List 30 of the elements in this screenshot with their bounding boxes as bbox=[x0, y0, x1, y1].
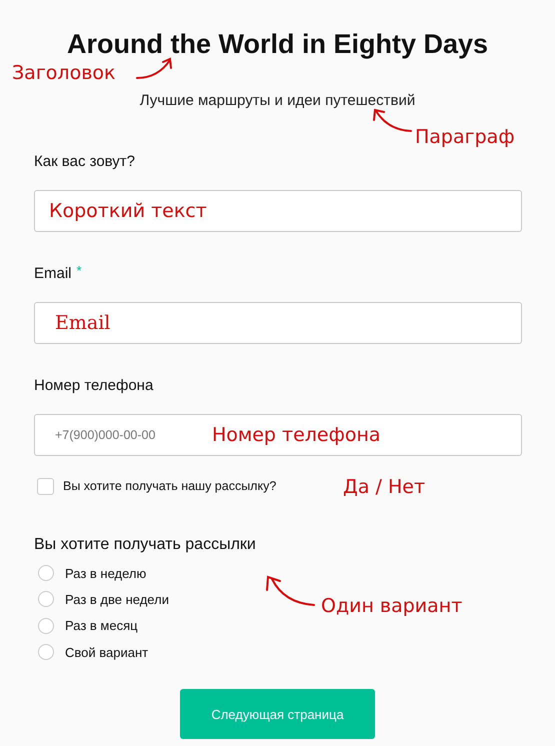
option-label: Раз в две недели bbox=[65, 592, 169, 607]
annotation-label: Email bbox=[55, 312, 110, 334]
annotation-label: Короткий текст bbox=[49, 200, 207, 222]
annotation-arrow bbox=[266, 576, 315, 606]
page-title: Around the World in Eighty Days bbox=[66, 28, 490, 60]
input-field[interactable] bbox=[34, 190, 522, 232]
required-mark: * bbox=[76, 264, 82, 278]
annotation-label: Параграф bbox=[415, 126, 515, 148]
annotation-label: Да / Нет bbox=[343, 476, 426, 498]
radio-button[interactable] bbox=[38, 644, 54, 660]
radio-button[interactable] bbox=[38, 618, 54, 634]
annotation-label: Один вариант bbox=[321, 595, 462, 617]
radio-button[interactable] bbox=[38, 591, 54, 608]
annotation-arrow bbox=[373, 108, 412, 132]
option-label: Раз в неделю bbox=[65, 566, 146, 581]
field-label: Как вас зовут? bbox=[34, 152, 136, 172]
checkbox[interactable] bbox=[37, 478, 54, 494]
radio-button[interactable] bbox=[38, 565, 54, 582]
option-label: Свой вариант bbox=[65, 644, 148, 660]
field-label: Email bbox=[34, 264, 72, 284]
next-page-button[interactable]: Следующая страница bbox=[180, 689, 375, 740]
subtitle-text: Лучшие маршруты и идеи путешествий bbox=[138, 92, 416, 110]
field-label: Номер телефона bbox=[34, 376, 154, 396]
group-title: Вы хотите получать рассылки bbox=[34, 535, 257, 555]
annotation-label: Заголовок bbox=[12, 62, 116, 84]
input-field[interactable] bbox=[34, 302, 522, 344]
checkbox-label: Вы хотите получать нашу рассылку? bbox=[63, 479, 276, 493]
option-label: Раз в месяц bbox=[65, 618, 138, 634]
annotation-label: Номер телефона bbox=[212, 424, 381, 446]
annotation-arrow bbox=[136, 58, 172, 79]
